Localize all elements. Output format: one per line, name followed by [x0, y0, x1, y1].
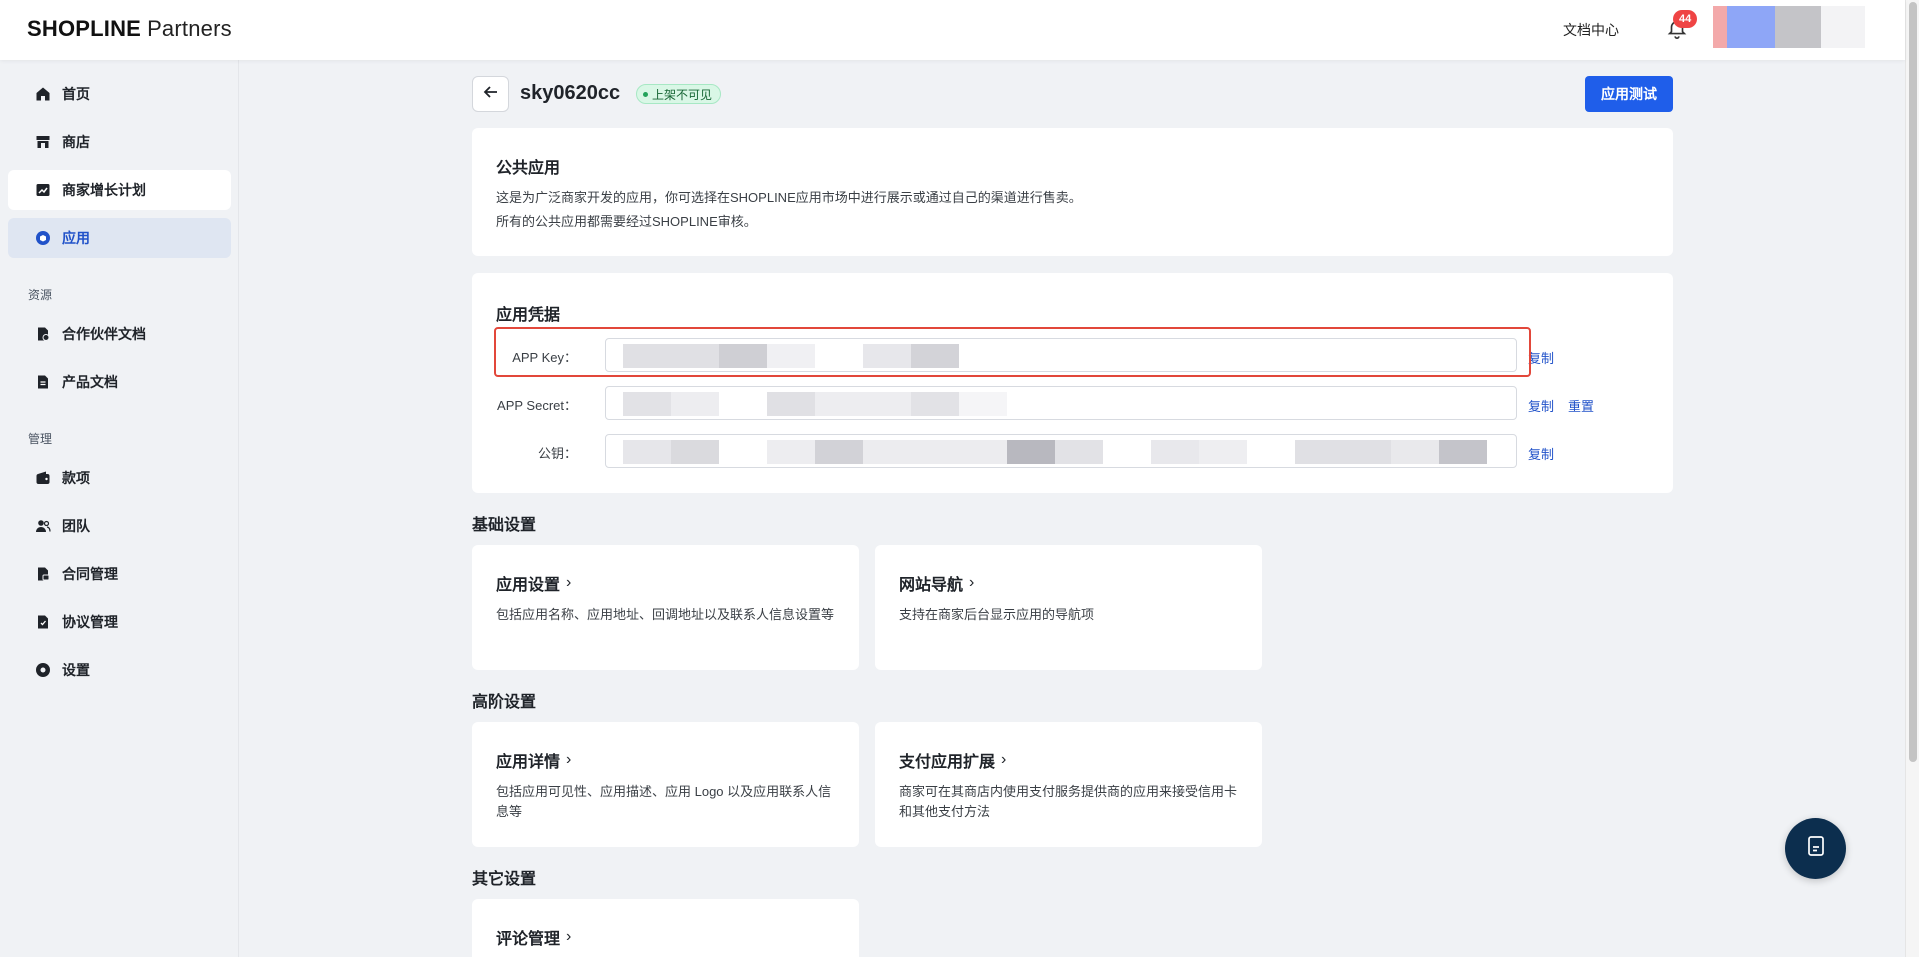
- partner-doc-icon: [34, 325, 52, 343]
- basic-settings-title: 基础设置: [472, 517, 537, 534]
- status-dot-icon: [643, 91, 648, 97]
- sidebar-item-payments[interactable]: 款项: [8, 458, 231, 498]
- masked-value: [1295, 440, 1391, 464]
- masked-value: [767, 440, 815, 464]
- public-key-copy-link[interactable]: 复制: [1528, 444, 1554, 463]
- masked-value: [1391, 440, 1439, 464]
- masked-value: [1007, 440, 1055, 464]
- credentials-title: 应用凭据: [496, 307, 561, 324]
- payment-extension-card[interactable]: 支付应用扩展 › 商家可在其商店内使用支付服务提供商的应用来接受信用卡和其他支付方…: [875, 722, 1262, 847]
- chevron-right-icon: ›: [1001, 751, 1007, 768]
- other-settings-title: 其它设置: [472, 871, 537, 888]
- public-key-label: 公钥：: [537, 446, 577, 461]
- sidebar-item-product-docs[interactable]: 产品文档: [8, 362, 231, 402]
- chart-icon: [34, 181, 52, 199]
- sidebar: 首页 商店 商家增长计划 应用 资源 合作伙伴文档 产品文档 管理 款项 团队 …: [0, 60, 239, 957]
- sidebar-item-settings[interactable]: 设置: [8, 650, 231, 690]
- masked-value: [1439, 440, 1487, 464]
- masked-value: [815, 440, 863, 464]
- avatar-block: [1821, 6, 1865, 48]
- app-settings-desc: 包括应用名称、应用地址、回调地址以及联系人信息设置等: [496, 607, 835, 622]
- agreement-icon: [34, 613, 52, 631]
- avatar-block: [1713, 6, 1727, 48]
- settings-icon: [34, 661, 52, 679]
- app-secret-reset-link[interactable]: 重置: [1568, 396, 1594, 415]
- chevron-right-icon: ›: [566, 928, 572, 945]
- notification-badge: 44: [1673, 10, 1698, 28]
- status-badge: 上架不可见: [636, 84, 722, 104]
- masked-value: [671, 392, 719, 416]
- public-app-desc-line1: 这是为广泛商家开发的应用，你可选择在SHOPLINE应用市场中进行展示或通过自己…: [496, 190, 1082, 205]
- site-nav-card[interactable]: 网站导航 › 支持在商家后台显示应用的导航项: [875, 545, 1262, 670]
- masked-value: [623, 392, 671, 416]
- wallet-icon: [34, 469, 52, 487]
- advanced-settings-title: 高阶设置: [472, 694, 537, 711]
- masked-value: [623, 440, 671, 464]
- product-doc-icon: [34, 373, 52, 391]
- public-key-field[interactable]: [605, 434, 1517, 468]
- app-secret-copy-link[interactable]: 复制: [1528, 396, 1554, 415]
- avatar-block: [1727, 6, 1775, 48]
- sidebar-item-contracts[interactable]: 合同管理: [8, 554, 231, 594]
- sidebar-item-home[interactable]: 首页: [8, 74, 231, 114]
- document-icon: [1804, 834, 1828, 863]
- masked-value: [1199, 440, 1247, 464]
- masked-value: [815, 392, 911, 416]
- page-scrollbar[interactable]: [1905, 0, 1919, 957]
- page-title: sky0620cc: [520, 82, 621, 104]
- sidebar-item-store[interactable]: 商店: [8, 122, 231, 162]
- public-app-title: 公共应用: [496, 160, 561, 177]
- app-details-desc: 包括应用可见性、应用描述、应用 Logo 以及应用联系人信息等: [496, 784, 832, 819]
- doc-center-link[interactable]: 文档中心: [1563, 20, 1619, 40]
- masked-value: [1151, 440, 1199, 464]
- scrollbar-thumb[interactable]: [1909, 2, 1917, 762]
- sidebar-item-team[interactable]: 团队: [8, 506, 231, 546]
- contract-icon: [34, 565, 52, 583]
- sidebar-section-resources: 资源: [28, 288, 53, 302]
- avatar[interactable]: [1713, 6, 1865, 48]
- app-secret-label: APP Secret：: [497, 398, 577, 413]
- masked-value: [1055, 440, 1103, 464]
- app-secret-field[interactable]: [605, 386, 1517, 420]
- sidebar-item-apps[interactable]: 应用: [8, 218, 231, 258]
- avatar-block: [1775, 6, 1821, 48]
- shopline-partners-logo[interactable]: SHOPLINE Partners: [27, 16, 232, 42]
- highlight-frame: [494, 327, 1531, 377]
- masked-value: [911, 392, 959, 416]
- app-test-button[interactable]: 应用测试: [1585, 76, 1673, 112]
- top-header: SHOPLINE Partners 文档中心 44: [0, 0, 1905, 60]
- public-app-desc-line2: 所有的公共应用都需要经过SHOPLINE审核。: [496, 214, 757, 229]
- team-icon: [34, 517, 52, 535]
- masked-value: [767, 392, 815, 416]
- masked-value: [863, 440, 1007, 464]
- chevron-right-icon: ›: [566, 574, 572, 591]
- masked-value: [959, 392, 1007, 416]
- chevron-right-icon: ›: [566, 751, 572, 768]
- app-details-card[interactable]: 应用详情 › 包括应用可见性、应用描述、应用 Logo 以及应用联系人信息等: [472, 722, 859, 847]
- sidebar-item-agreements[interactable]: 协议管理: [8, 602, 231, 642]
- review-management-card[interactable]: 评论管理 ›: [472, 899, 859, 957]
- masked-value: [671, 440, 719, 464]
- public-app-card: 公共应用 这是为广泛商家开发的应用，你可选择在SHOPLINE应用市场中进行展示…: [472, 128, 1673, 256]
- back-button[interactable]: [472, 76, 509, 112]
- arrow-left-icon: [482, 83, 500, 106]
- sidebar-item-partner-docs[interactable]: 合作伙伴文档: [8, 314, 231, 354]
- sidebar-section-manage: 管理: [28, 432, 53, 446]
- store-icon: [34, 133, 52, 151]
- app-settings-card[interactable]: 应用设置 › 包括应用名称、应用地址、回调地址以及联系人信息设置等: [472, 545, 859, 670]
- feedback-float-button[interactable]: [1785, 818, 1846, 879]
- app-key-copy-link[interactable]: 复制: [1528, 348, 1554, 367]
- sidebar-item-growth-plan[interactable]: 商家增长计划: [8, 170, 231, 210]
- home-icon: [34, 85, 52, 103]
- chevron-right-icon: ›: [969, 574, 975, 591]
- app-cube-icon: [34, 229, 52, 247]
- payment-extension-desc: 商家可在其商店内使用支付服务提供商的应用来接受信用卡和其他支付方法: [899, 784, 1238, 819]
- site-nav-desc: 支持在商家后台显示应用的导航项: [899, 607, 1095, 622]
